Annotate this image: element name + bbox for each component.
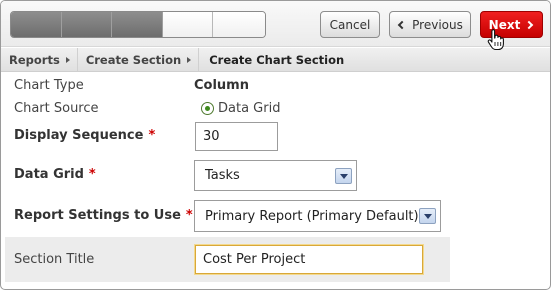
report-settings-label-text: Report Settings to Use [14,208,181,223]
progress-step [61,12,113,37]
data-grid-select[interactable]: Tasks [194,160,357,191]
section-title-value: Cost Per Project [203,252,306,267]
cancel-button-label: Cancel [329,17,371,32]
progress-step [162,12,214,37]
section-title-label: Section Title [14,252,95,267]
report-settings-select[interactable]: Primary Report (Primary Default) [194,200,441,232]
required-marker: * [185,208,193,223]
breadcrumb-item-reports[interactable]: Reports [1,48,78,71]
report-settings-selected-value: Primary Report (Primary Default) [205,208,419,224]
data-grid-label-text: Data Grid [14,167,84,182]
chart-source-radio-option[interactable]: Data Grid [201,101,280,116]
chart-type-value: Column [194,78,249,93]
required-marker: * [88,167,96,182]
previous-button[interactable]: Previous [389,11,471,38]
chevron-down-icon[interactable] [335,167,352,184]
display-sequence-value: 30 [203,129,220,144]
previous-button-label: Previous [412,17,463,32]
wizard-frame: Cancel Previous Next Reports Create Sect… [0,0,551,290]
data-grid-label: Data Grid * [14,167,96,182]
report-settings-label: Report Settings to Use * [14,208,193,223]
progress-step [112,12,163,37]
breadcrumb-item-create-section[interactable]: Create Section [78,48,200,71]
chart-source-label: Chart Source [14,101,99,116]
breadcrumb-current-label: Create Chart Section [209,52,345,67]
cancel-button[interactable]: Cancel [320,11,380,38]
breadcrumb-label: Create Section [85,52,182,67]
chart-type-label: Chart Type [14,78,84,93]
chevron-left-icon [397,20,407,29]
progress-step [11,12,62,37]
required-marker: * [148,128,156,143]
chevron-down-icon[interactable] [419,208,436,224]
caret-right-icon [65,56,70,63]
display-sequence-label-text: Display Sequence [14,128,144,143]
hand-pointer-icon [487,28,504,51]
display-sequence-label: Display Sequence * [14,128,155,143]
wizard-progress-bar [10,11,266,38]
breadcrumb-current: Create Chart Section [199,48,351,71]
breadcrumb: Reports Create Section Create Chart Sect… [1,48,550,72]
breadcrumb-label: Reports [9,52,60,67]
progress-step [213,12,265,37]
display-sequence-input[interactable]: 30 [195,122,278,151]
chevron-right-icon [525,20,534,29]
section-title-input[interactable]: Cost Per Project [195,245,423,274]
radio-button-selected[interactable] [201,102,214,115]
data-grid-selected-value: Tasks [205,168,240,183]
caret-right-icon [187,56,192,63]
chart-source-option-label: Data Grid [218,101,281,116]
wizard-toolbar: Cancel Previous Next [1,1,550,47]
